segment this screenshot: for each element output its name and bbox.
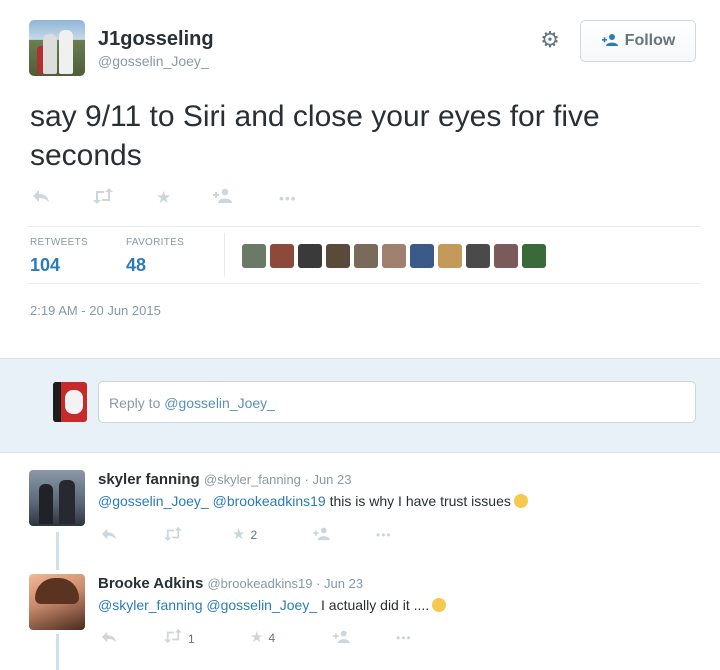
reply-icon[interactable] (101, 527, 117, 545)
favoriter-avatar[interactable] (354, 244, 378, 268)
favoriter-avatar[interactable] (382, 244, 406, 268)
avatar-figure (59, 30, 73, 74)
favorite-action[interactable]: ★ 4 (250, 628, 275, 646)
favoriter-avatar[interactable] (438, 244, 462, 268)
retweets-label: RETWEETS (30, 237, 88, 248)
follow-icon[interactable] (213, 188, 233, 209)
divider (28, 226, 700, 227)
retweet-action[interactable]: 1 (163, 629, 195, 647)
retweet-icon[interactable] (163, 527, 183, 545)
reply-body: I actually did it .... (317, 597, 430, 613)
reply-author[interactable]: Brooke Adkins @brookeadkins19 · Jun 23 (98, 575, 363, 592)
avatar-figure (65, 390, 83, 414)
favoriter-avatar[interactable] (494, 244, 518, 268)
follow-icon[interactable] (313, 527, 331, 545)
reply-text: @gosselin_Joey_ @brookeadkins19 this is … (98, 493, 528, 509)
emoji-laugh-icon (432, 598, 447, 612)
favoriter-avatar[interactable] (298, 244, 322, 268)
reply-placeholder-prefix: Reply to (109, 395, 165, 411)
favorite-count: 4 (268, 631, 276, 645)
favoriter-avatar[interactable] (242, 244, 266, 268)
tweet-text: say 9/11 to Siri and close your eyes for… (30, 100, 600, 172)
emoji-face-icon (513, 494, 528, 508)
retweet-icon (163, 629, 183, 647)
reply-placeholder-mention: @gosselin_Joey_ (164, 395, 275, 411)
tweet-timestamp[interactable]: 2:19 AM - 20 Jun 2015 (30, 303, 161, 318)
reply-input[interactable]: Reply to @gosselin_Joey_ (98, 381, 696, 423)
mention-link[interactable]: @brookeadkins19 (213, 493, 326, 509)
avatar-stripe (53, 382, 61, 422)
reply-author-name: skyler fanning (98, 471, 200, 488)
star-icon: ★ (232, 526, 246, 543)
favoriter-avatar[interactable] (522, 244, 546, 268)
reply-avatar[interactable] (29, 470, 85, 526)
divider (28, 283, 700, 284)
mention-link[interactable]: @gosselin_Joey_ (206, 597, 317, 613)
user-avatar[interactable] (29, 20, 85, 76)
star-icon[interactable]: ★ (156, 188, 171, 208)
favorite-count: 2 (250, 528, 258, 542)
favorite-action[interactable]: ★ 2 (232, 525, 257, 543)
follow-label: Follow (624, 32, 676, 49)
more-icon[interactable]: ••• (396, 631, 412, 645)
avatar-figure (35, 578, 79, 604)
favorites-label: FAVORITES (126, 237, 185, 248)
favoriter-avatar[interactable] (466, 244, 490, 268)
conversation-thread-line (56, 532, 59, 570)
mention-link[interactable]: @skyler_fanning (98, 597, 203, 613)
favorites-count[interactable]: 48 (126, 255, 146, 276)
retweets-count[interactable]: 104 (30, 255, 60, 276)
gear-icon[interactable]: ⚙ (539, 29, 561, 51)
add-user-icon (601, 33, 619, 50)
current-user-avatar (53, 382, 87, 422)
favoriter-avatar[interactable] (326, 244, 350, 268)
reply-body: this is why I have trust issues (325, 493, 511, 509)
screen-name[interactable]: @gosselin_Joey_ (98, 53, 209, 69)
avatar-figure (43, 34, 57, 74)
follow-button[interactable]: Follow (580, 20, 696, 62)
reply-meta: @skyler_fanning · Jun 23 (203, 472, 352, 487)
follow-icon[interactable] (333, 630, 351, 648)
reply-avatar[interactable] (29, 574, 85, 630)
reply-icon[interactable] (101, 630, 117, 648)
reply-meta: @brookeadkins19 · Jun 23 (207, 576, 364, 591)
avatar-figure (39, 484, 53, 524)
avatar-figure (59, 480, 75, 524)
tweet-actions: ★ ••• (0, 188, 720, 212)
reply-author[interactable]: skyler fanning @skyler_fanning · Jun 23 (98, 471, 351, 488)
reply-author-name: Brooke Adkins (98, 575, 204, 592)
more-icon[interactable]: ••• (376, 528, 392, 542)
favoriter-avatar[interactable] (270, 244, 294, 268)
retweet-icon[interactable] (92, 188, 114, 209)
conversation-thread-line (56, 634, 59, 670)
reply-icon[interactable] (32, 188, 50, 209)
display-name[interactable]: J1gosseling (98, 28, 214, 51)
reply-text: @skyler_fanning @gosselin_Joey_ I actual… (98, 597, 447, 613)
favoriter-avatar[interactable] (410, 244, 434, 268)
retweet-count: 1 (188, 632, 195, 646)
star-icon: ★ (250, 629, 264, 646)
mention-link[interactable]: @gosselin_Joey_ (98, 493, 209, 509)
main-tweet: J1gosseling @gosselin_Joey_ ⚙ Follow say… (0, 0, 720, 358)
divider (224, 233, 225, 277)
more-icon[interactable]: ••• (279, 190, 297, 206)
